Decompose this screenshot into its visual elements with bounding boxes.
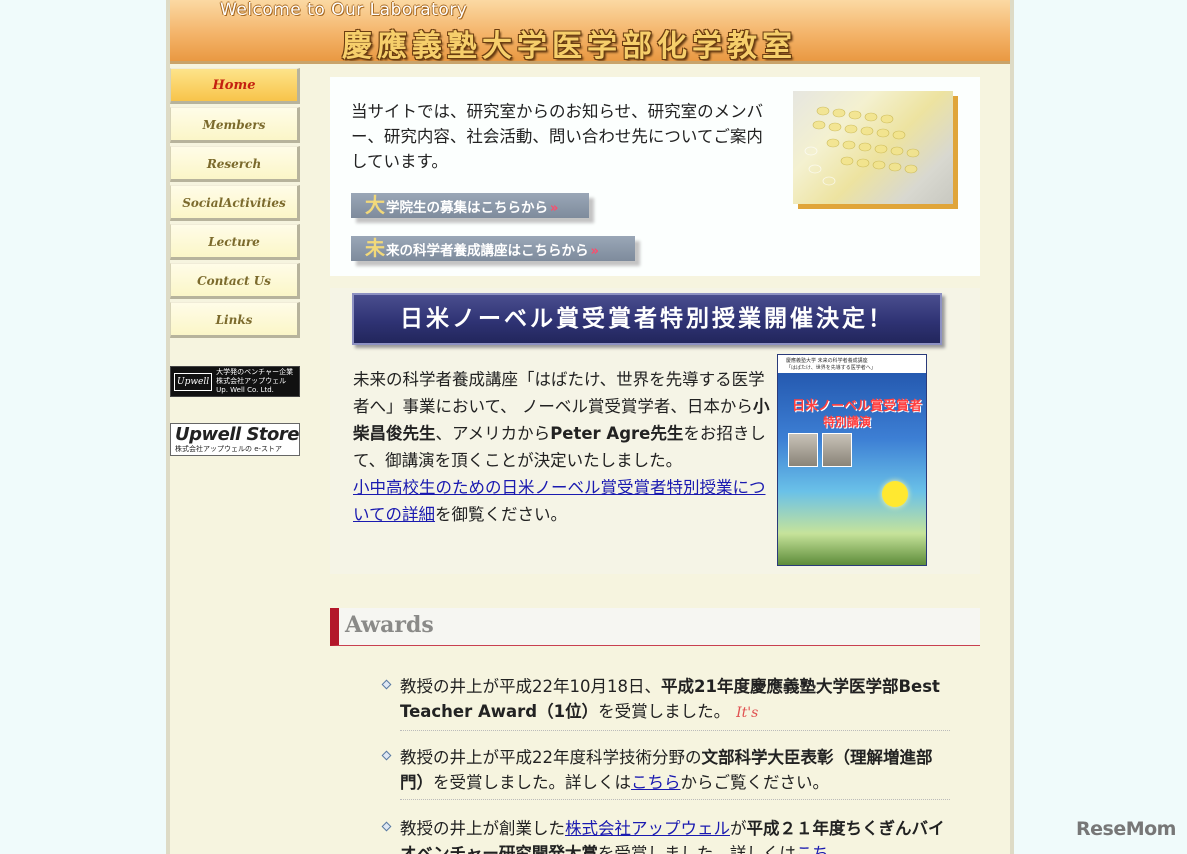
nav-item-members[interactable]: Members [170,107,300,143]
award-text: を受賞しました。詳しくは [433,773,631,792]
double-chevron-icon: » [590,244,599,259]
poster-head-line1: 慶應義塾大学 未来の科学者養成講座 [786,358,868,364]
award-text: 教授の井上が平成22年度科学技術分野の [400,748,702,767]
diamond-bullet-icon [381,750,392,761]
upwell-line1: 大学発のベンチャー企業 [216,368,294,376]
poster-subtitle: 特別講演 [823,415,872,429]
intro-text: 当サイトでは、研究室からのお知らせ、研究室のメンバー、研究内容、社会活動、問い合… [351,102,764,171]
nobel-banner-heading: 日米ノーベル賞受賞者特別授業開催決定！ [352,293,942,345]
site-header: Welcome to Our Laboratory 慶應義塾大学医学部化学教室 [170,0,1010,64]
award-item: 教授の井上が平成22年10月18日、平成21年度慶應義塾大学医学部Best Te… [381,674,950,731]
nav-item-home[interactable]: Home [170,68,300,104]
poster-portrait-agre [822,433,852,467]
grad-button-initial: 大 [365,193,385,217]
nobel-lecture-poster[interactable]: 慶應義塾大学 未来の科学者養成講座 「はばたけ、世界を先導する医学者へ」 日米ノ… [777,354,927,566]
nav-item-lecture[interactable]: Lecture [170,224,300,260]
awards-heading: Awards [345,612,434,638]
future-scientist-course-button[interactable]: 未来の科学者養成講座はこちらから» [351,236,635,261]
store-banner-subtitle: 株式会社アップウェルの e-ストア [175,445,283,453]
header-subtitle: Welcome to Our Laboratory [220,0,468,20]
sidebar-nav: Home Members Reserch SocialActivities Le… [170,68,300,341]
poster-head-line2: 「はばたけ、世界を先導する医学者へ」 [786,365,876,371]
resemom-watermark: ReseMom [1076,818,1176,840]
lab-well-plate-photo [793,91,953,204]
upwell-banner[interactable]: Upwell 大学発のベンチャー企業 株式会社アップウェル Up. Well C… [170,366,300,397]
upwell-company-link[interactable]: 株式会社アップウェル [565,819,730,838]
nobel-text-part4: を御覧ください。 [435,505,568,524]
upwell-line3: Up. Well Co. Ltd. [216,386,274,394]
header-title: 慶應義塾大学医学部化学教室 [342,29,797,64]
poster-title: 日米ノーベル賞受賞者 [792,399,923,414]
award-text: を受賞しました。詳しくは [597,844,796,854]
upwell-store-banner[interactable]: Upwell Store 株式会社アップウェルの e-ストア [170,423,300,456]
upwell-logo: Upwell [174,372,213,391]
nobel-announcement-panel: 日米ノーベル賞受賞者特別授業開催決定！ 未来の科学者養成講座「はばたけ、世界を先… [330,288,980,574]
intro-panel: 当サイトでは、研究室からのお知らせ、研究室のメンバー、研究内容、社会活動、問い合… [330,77,980,276]
nobel-text-part2: 、アメリカから [435,424,551,443]
diamond-bullet-icon [381,679,392,690]
diamond-bullet-icon [381,821,392,832]
award-text: からご覧ください。 [680,773,830,792]
poster-flower-image [882,481,908,507]
nobel-description: 未来の科学者養成講座「はばたけ、世界を先導する医学者へ」事業において、 ノーベル… [353,366,773,528]
future-button-initial: 未 [365,236,385,260]
speaker-agre: Peter Agre先生 [550,424,684,443]
award-details-link[interactable]: こちら [631,773,681,792]
award-text: が [730,819,747,838]
award-details-link[interactable]: こち [796,844,829,854]
award-item: 教授の井上が創業した株式会社アップウェルが平成２１年度ちくぎんバイオベンチャー研… [381,816,950,854]
nobel-text-part1: 未来の科学者養成講座「はばたけ、世界を先導する医学者へ」事業において、 ノーベル… [353,370,765,416]
award-text: 教授の井上が平成22年10月18日、 [400,677,661,696]
nav-item-social-activities[interactable]: SocialActivities [170,185,300,221]
graduate-recruit-button[interactable]: 大学院生の募集はこちらから» [351,193,589,218]
awards-list: 教授の井上が平成22年10月18日、平成21年度慶應義塾大学医学部Best Te… [330,646,980,854]
future-button-label: 来の科学者養成講座はこちらから [386,243,589,259]
store-banner-title: Upwell Store [175,424,299,445]
nav-item-contact-us[interactable]: Contact Us [170,263,300,299]
award-text: を受賞しました。 [598,702,731,721]
upwell-line2: 株式会社アップウェル [216,377,287,385]
awards-heading-bar: Awards [330,608,980,646]
grad-button-label: 学院生の募集はこちらから [386,200,548,216]
award-item: 教授の井上が平成22年度科学技術分野の文部科学大臣表彰（理解増進部門）を受賞しま… [381,745,950,800]
its-tag: It's [736,705,759,721]
upwell-banner-text: 大学発のベンチャー企業 株式会社アップウェル Up. Well Co. Ltd. [216,368,293,395]
double-chevron-icon: » [550,201,559,216]
nav-item-reserch[interactable]: Reserch [170,146,300,182]
award-text: 教授の井上が創業した [400,819,565,838]
poster-portrait-koshiba [788,433,818,467]
nav-item-links[interactable]: Links [170,302,300,338]
